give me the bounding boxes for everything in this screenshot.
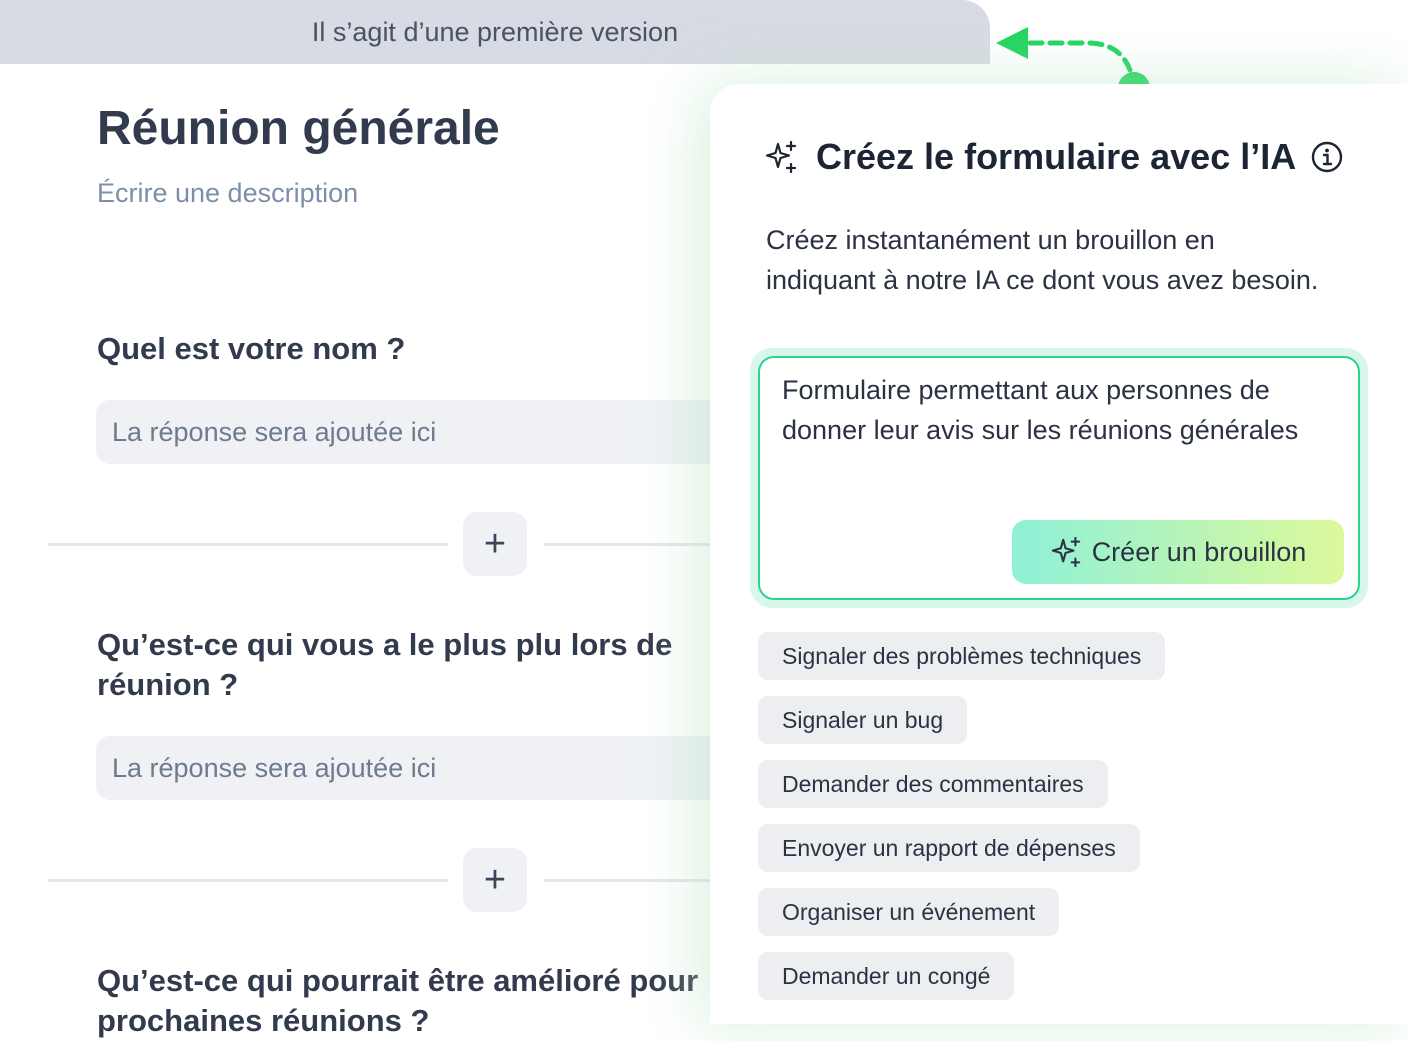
create-draft-button[interactable]: Créer un brouillon <box>1012 520 1344 584</box>
sparkle-icon <box>765 140 797 174</box>
banner-text: Il s’agit d’une première version <box>311 16 679 47</box>
question-2-answer-field[interactable]: La réponse sera ajoutée ici <box>96 736 736 800</box>
draft-version-banner: Il s’agit d’une première version <box>0 0 990 64</box>
suggestion-chip[interactable]: Demander des commentaires <box>758 760 1108 808</box>
answer-placeholder: La réponse sera ajoutée ici <box>112 416 437 447</box>
suggestion-chip[interactable]: Envoyer un rapport de dépenses <box>758 824 1140 872</box>
suggestion-chip[interactable]: Organiser un événement <box>758 888 1060 936</box>
question-2-label[interactable]: Qu’est-ce qui vous a le plus plu lors de… <box>97 625 737 705</box>
question-1-label[interactable]: Quel est votre nom ? <box>97 329 737 369</box>
suggestion-chip[interactable]: Demander un congé <box>758 952 1015 1000</box>
question-3-label[interactable]: Qu’est-ce qui pourrait être amélioré pou… <box>97 961 737 1041</box>
ai-prompt-container: Formulaire permettant aux personnes de d… <box>750 348 1368 608</box>
form-description-field[interactable]: Écrire une description <box>97 178 358 209</box>
divider <box>544 543 714 546</box>
divider <box>48 879 448 882</box>
add-question-button[interactable]: + <box>463 512 527 576</box>
ai-panel-title: Créez le formulaire avec l’IA <box>816 136 1297 177</box>
suggestion-chip[interactable]: Signaler des problèmes techniques <box>758 632 1166 680</box>
divider <box>48 543 448 546</box>
info-icon[interactable] <box>1310 140 1344 174</box>
create-draft-label: Créer un brouillon <box>1091 536 1307 567</box>
ai-panel-header: Créez le formulaire avec l’IA <box>764 136 1344 178</box>
ai-panel-description: Créez instantanément un brouillon en ind… <box>766 225 1319 295</box>
ai-prompt-input[interactable]: Formulaire permettant aux personnes de d… <box>758 356 1360 600</box>
plus-icon: + <box>483 859 507 901</box>
suggestion-chip[interactable]: Signaler un bug <box>758 696 968 744</box>
plus-icon: + <box>483 523 507 565</box>
sparkle-icon <box>1051 536 1080 568</box>
question-1-answer-field[interactable]: La réponse sera ajoutée ici <box>96 400 736 464</box>
add-question-button[interactable]: + <box>463 848 527 912</box>
answer-placeholder: La réponse sera ajoutée ici <box>112 752 437 783</box>
divider <box>544 879 714 882</box>
form-title[interactable]: Réunion générale <box>97 100 500 158</box>
ai-prompt-value: Formulaire permettant aux personnes de d… <box>782 375 1299 445</box>
